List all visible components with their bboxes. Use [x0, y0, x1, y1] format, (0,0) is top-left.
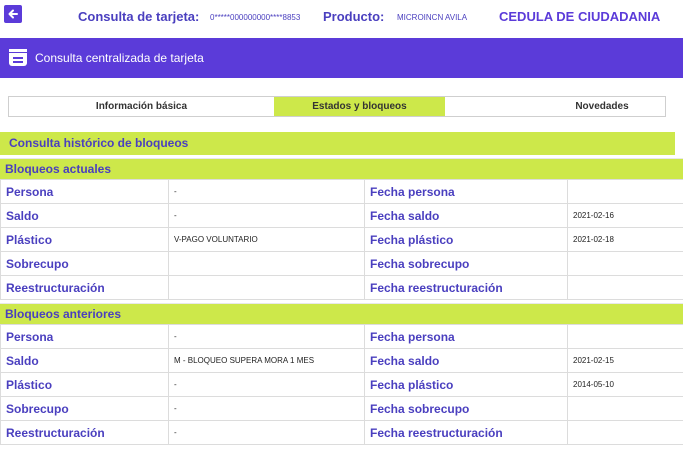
- row-date-label: Fecha sobrecupo: [364, 251, 568, 276]
- arrow-left-icon: [8, 9, 18, 19]
- table-row: Saldo - Fecha saldo 2021-02-16: [0, 203, 683, 228]
- row-value: M - BLOQUEO SUPERA MORA 1 MES: [168, 348, 365, 373]
- table-row: Reestructuración Fecha reestructuración: [0, 275, 683, 300]
- row-value: V-PAGO VOLUNTARIO: [168, 227, 365, 252]
- row-value: -: [168, 203, 365, 228]
- row-label: Plástico: [0, 372, 169, 397]
- row-date: 2021-02-16: [567, 203, 683, 228]
- product-label: Producto:: [323, 9, 385, 24]
- row-date-label: Fecha persona: [364, 324, 568, 349]
- row-value: [168, 275, 365, 300]
- page-title: Consulta centralizada de tarjeta: [35, 51, 204, 65]
- row-value: -: [168, 324, 365, 349]
- row-date: [567, 251, 683, 276]
- row-label: Persona: [0, 179, 169, 204]
- row-date-label: Fecha reestructuración: [364, 420, 568, 445]
- table-row: Reestructuración - Fecha reestructuració…: [0, 420, 683, 445]
- bloqueos-anteriores-table: Persona - Fecha persona Saldo M - BLOQUE…: [0, 324, 683, 445]
- row-date: [567, 179, 683, 204]
- row-date-label: Fecha plástico: [364, 227, 568, 252]
- row-date: 2021-02-18: [567, 227, 683, 252]
- section-title: Consulta histórico de bloqueos: [0, 132, 675, 155]
- row-label: Reestructuración: [0, 275, 169, 300]
- tab-novedades[interactable]: Novedades: [539, 97, 665, 116]
- row-date: [567, 420, 683, 445]
- table-row: Plástico - Fecha plástico 2014-05-10: [0, 372, 683, 397]
- document-type: CEDULA DE CIUDADANIA: [499, 9, 661, 24]
- row-value: -: [168, 420, 365, 445]
- table-row: Persona - Fecha persona: [0, 324, 683, 349]
- row-date-label: Fecha reestructuración: [364, 275, 568, 300]
- top-bar: Consulta de tarjeta: 0*****000000000****…: [0, 0, 683, 33]
- back-button[interactable]: [4, 5, 22, 23]
- card-list-icon: [9, 49, 27, 66]
- row-date-label: Fecha sobrecupo: [364, 396, 568, 421]
- row-value: -: [168, 179, 365, 204]
- page-banner: Consulta centralizada de tarjeta: [0, 38, 683, 78]
- row-value: -: [168, 372, 365, 397]
- table-row: Sobrecupo - Fecha sobrecupo: [0, 396, 683, 421]
- row-date: [567, 396, 683, 421]
- row-label: Reestructuración: [0, 420, 169, 445]
- row-label: Saldo: [0, 203, 169, 228]
- tab-estados-y-bloqueos[interactable]: Estados y bloqueos: [274, 97, 445, 116]
- row-date-label: Fecha saldo: [364, 203, 568, 228]
- bloqueos-anteriores-title: Bloqueos anteriores: [0, 303, 683, 324]
- table-row: Saldo M - BLOQUEO SUPERA MORA 1 MES Fech…: [0, 348, 683, 373]
- row-date: 2014-05-10: [567, 372, 683, 397]
- row-date-label: Fecha persona: [364, 179, 568, 204]
- product-value: MICROINCN AVILA: [397, 13, 468, 22]
- row-label: Persona: [0, 324, 169, 349]
- row-date: [567, 275, 683, 300]
- row-label: Plástico: [0, 227, 169, 252]
- row-date: 2021-02-15: [567, 348, 683, 373]
- card-number: 0*****000000000****8853: [210, 13, 301, 22]
- row-date: [567, 324, 683, 349]
- tab-informacion-basica[interactable]: Información básica: [9, 97, 274, 116]
- tab-bar: Información básica Estados y bloqueos No…: [8, 96, 666, 117]
- table-row: Persona - Fecha persona: [0, 179, 683, 204]
- row-date-label: Fecha plástico: [364, 372, 568, 397]
- card-label: Consulta de tarjeta:: [78, 9, 200, 24]
- row-label: Sobrecupo: [0, 396, 169, 421]
- bloqueos-actuales-title: Bloqueos actuales: [0, 158, 683, 179]
- bloqueos-actuales-table: Persona - Fecha persona Saldo - Fecha sa…: [0, 179, 683, 300]
- row-value: -: [168, 396, 365, 421]
- row-label: Saldo: [0, 348, 169, 373]
- bloqueos-actuales-block: Bloqueos actuales Persona - Fecha person…: [0, 158, 683, 300]
- row-date-label: Fecha saldo: [364, 348, 568, 373]
- row-value: [168, 251, 365, 276]
- row-label: Sobrecupo: [0, 251, 169, 276]
- table-row: Plástico V-PAGO VOLUNTARIO Fecha plástic…: [0, 227, 683, 252]
- table-row: Sobrecupo Fecha sobrecupo: [0, 251, 683, 276]
- tab-empty[interactable]: [445, 97, 539, 116]
- bloqueos-anteriores-block: Bloqueos anteriores Persona - Fecha pers…: [0, 303, 683, 445]
